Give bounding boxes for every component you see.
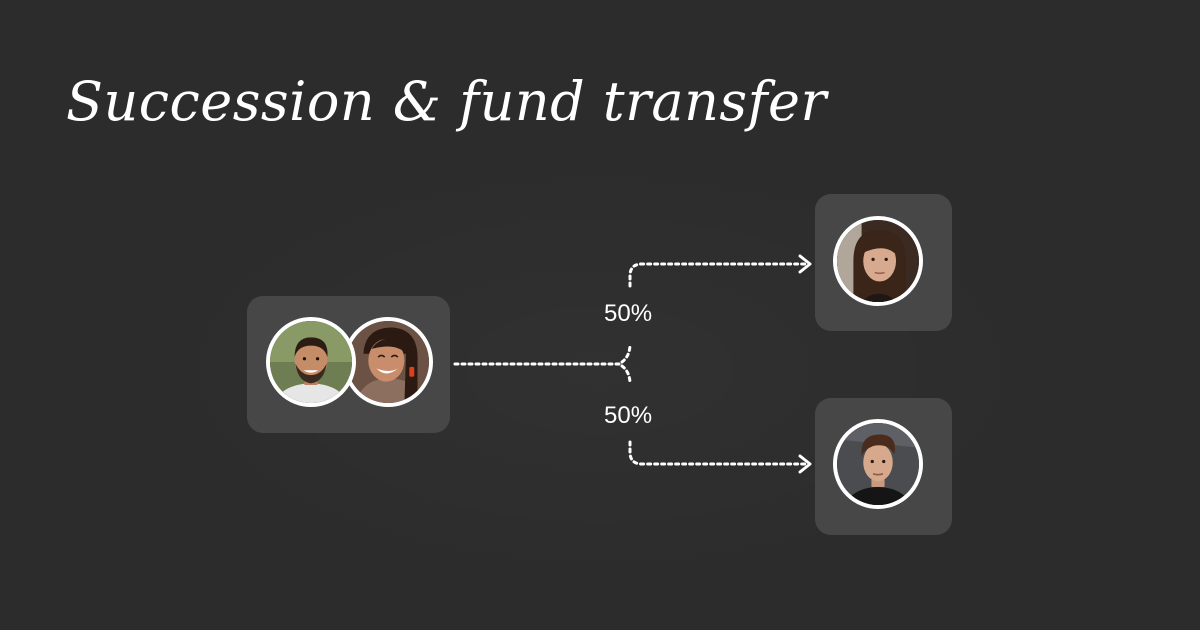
split-percent-top: 50% — [604, 300, 653, 327]
fork-bottom — [620, 364, 632, 386]
laughing-woman-avatar — [343, 317, 433, 407]
young-man-avatar — [833, 419, 923, 509]
branch-connector-top — [628, 262, 808, 288]
fork-top — [620, 342, 632, 364]
young-woman-avatar — [833, 216, 923, 306]
smiling-bearded-man-avatar — [266, 317, 356, 407]
branch-connector-bottom — [628, 440, 808, 466]
split-connector-diagram — [453, 254, 812, 474]
split-percent-bottom: 50% — [604, 402, 653, 429]
